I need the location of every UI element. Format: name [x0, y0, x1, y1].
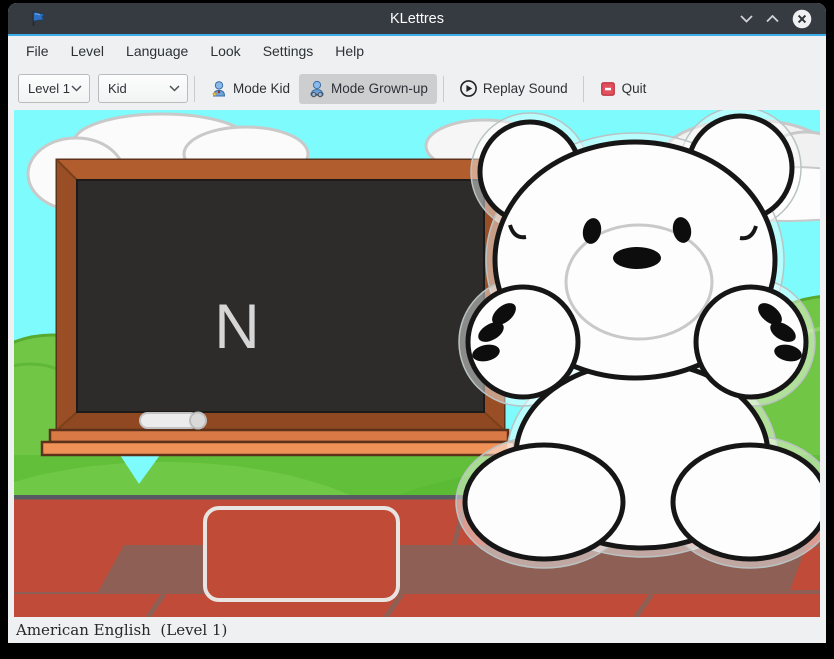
quit-icon — [599, 80, 617, 98]
board-tray-lower — [42, 442, 514, 455]
theme-select-value: Kid — [108, 81, 169, 96]
mode-kid-label: Mode Kid — [233, 81, 290, 96]
bear-foot-left — [465, 445, 623, 559]
bear-foot-right — [673, 445, 820, 559]
close-button[interactable] — [792, 9, 812, 29]
klettres-window: KLettres File Level Language — [8, 3, 826, 643]
bear-paw-left — [468, 287, 578, 397]
blackboard-letter: N — [214, 292, 260, 362]
menu-language[interactable]: Language — [115, 36, 199, 67]
board-tray-upper — [50, 430, 508, 442]
menubar: File Level Language Look Settings Help — [8, 36, 826, 67]
chevron-down-icon — [740, 15, 753, 23]
maximize-button[interactable] — [766, 15, 779, 23]
replay-sound-label: Replay Sound — [483, 81, 568, 96]
menu-level[interactable]: Level — [60, 36, 115, 67]
quit-button[interactable]: Quit — [590, 74, 656, 104]
chevron-down-icon — [71, 85, 82, 92]
toolbar-separator — [443, 76, 444, 102]
kid-scene: N — [14, 110, 820, 617]
teddy-bear — [465, 116, 820, 559]
mode-grown-up-label: Mode Grown-up — [331, 81, 428, 96]
quit-label: Quit — [622, 81, 647, 96]
status-language-level: American English (Level 1) — [16, 621, 227, 639]
play-circle-icon — [459, 79, 478, 98]
menu-look[interactable]: Look — [199, 36, 251, 67]
toolbar-separator — [583, 76, 584, 102]
titlebar[interactable]: KLettres — [8, 3, 826, 36]
replay-sound-button[interactable]: Replay Sound — [450, 73, 577, 104]
kid-icon — [210, 80, 228, 98]
chevron-down-icon — [169, 85, 180, 92]
toolbar: Level 1 Kid Mode Kid — [8, 67, 826, 110]
blackboard: N — [42, 160, 514, 455]
minimize-button[interactable] — [740, 15, 753, 23]
menu-help[interactable]: Help — [324, 36, 375, 67]
statusbar: American English (Level 1) — [8, 617, 826, 643]
level-select-value: Level 1 — [28, 81, 71, 96]
chalk — [140, 413, 206, 429]
toolbar-separator — [194, 76, 195, 102]
close-circle-icon — [792, 9, 812, 29]
grown-up-icon — [308, 80, 326, 98]
window-title: KLettres — [8, 11, 826, 27]
level-select[interactable]: Level 1 — [18, 74, 90, 103]
chevron-up-icon — [766, 15, 779, 23]
mode-grown-up-button[interactable]: Mode Grown-up — [299, 74, 437, 104]
bear-paw-right — [696, 287, 806, 397]
letter-input[interactable] — [203, 506, 400, 602]
menu-settings[interactable]: Settings — [252, 36, 325, 67]
mode-kid-button[interactable]: Mode Kid — [201, 74, 299, 104]
menu-file[interactable]: File — [15, 36, 60, 67]
bear-nose — [613, 247, 661, 269]
scene-graphic: N — [14, 110, 820, 617]
theme-select[interactable]: Kid — [98, 74, 188, 103]
